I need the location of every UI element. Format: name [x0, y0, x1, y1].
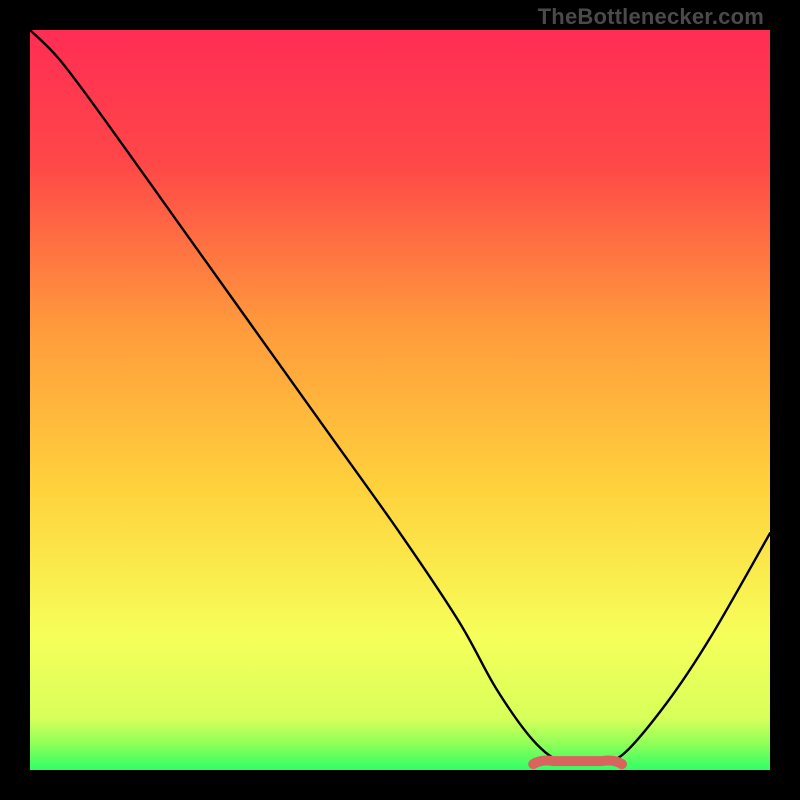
optimal-range-marker — [533, 761, 622, 765]
gradient-background — [30, 30, 770, 770]
bottleneck-chart — [30, 30, 770, 770]
watermark-text: TheBottlenecker.com — [538, 4, 764, 30]
chart-frame — [30, 30, 770, 770]
